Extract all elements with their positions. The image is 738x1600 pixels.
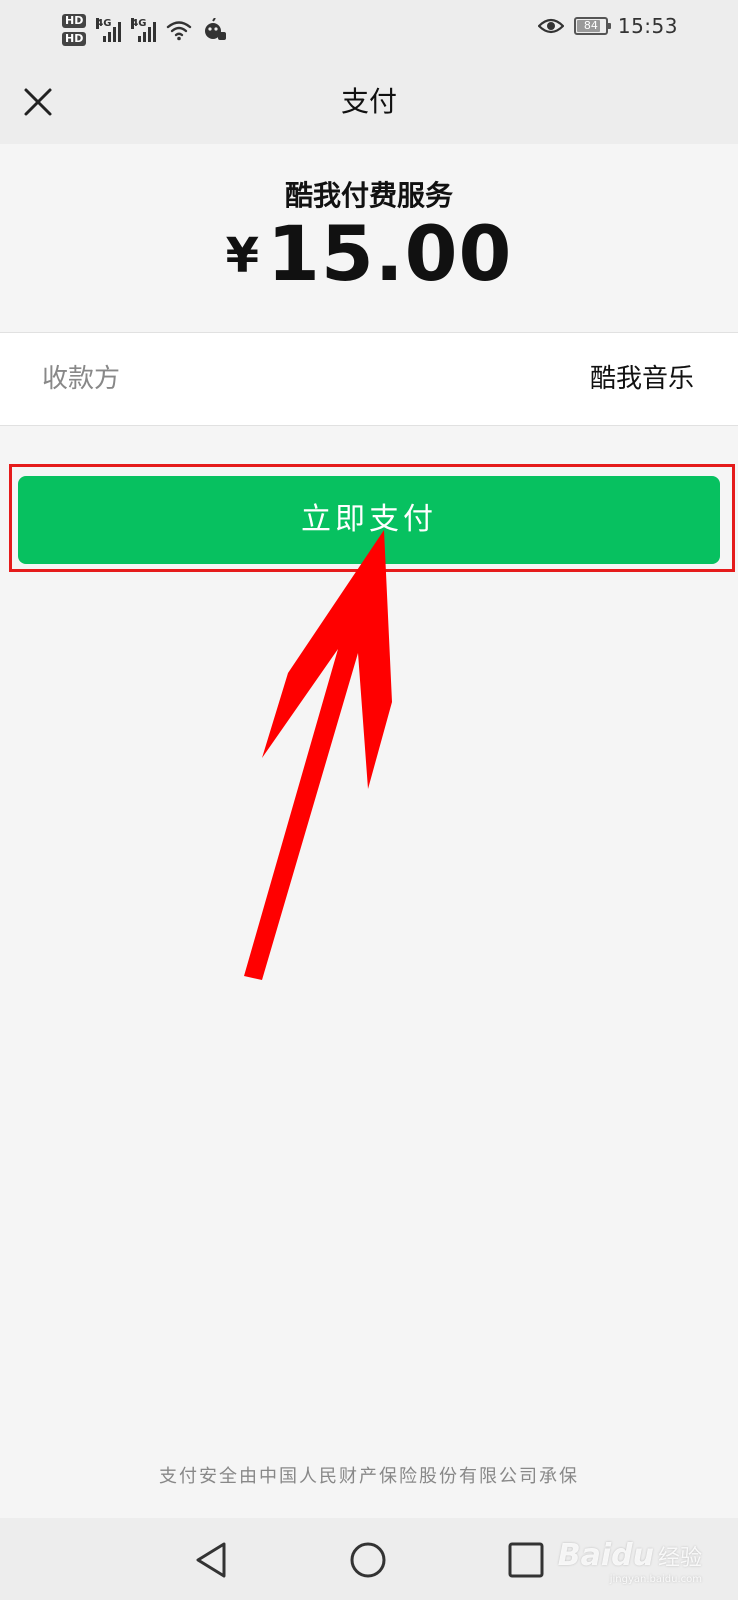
battery-icon: 84 bbox=[573, 17, 611, 35]
amount-value: 15.00 bbox=[267, 209, 513, 298]
recents-icon[interactable] bbox=[502, 1536, 550, 1584]
status-bar: HD HD 4G 4G 84 15:53 bbox=[0, 0, 738, 62]
status-bar-left: HD HD 4G 4G bbox=[62, 10, 228, 50]
signal-label: 4G bbox=[131, 18, 147, 29]
payee-value: 酷我音乐 bbox=[589, 364, 694, 394]
home-icon[interactable] bbox=[344, 1536, 392, 1584]
signal-icon: 4G bbox=[131, 18, 157, 42]
watermark: Baidu 经验 bbox=[558, 1538, 702, 1573]
hd-indicators: HD HD bbox=[62, 14, 87, 46]
status-bar-right: 84 15:53 bbox=[537, 14, 678, 38]
eye-icon bbox=[537, 18, 564, 34]
currency-symbol: ¥ bbox=[225, 228, 259, 284]
watermark-logo: Baidu bbox=[557, 1538, 654, 1573]
watermark-text: 经验 bbox=[657, 1546, 702, 1571]
payee-row: 收款方 酷我音乐 bbox=[0, 332, 738, 426]
notification-icon bbox=[205, 18, 227, 40]
payee-label: 收款方 bbox=[42, 364, 121, 394]
back-icon[interactable] bbox=[188, 1536, 236, 1584]
product-name: 酷我付费服务 bbox=[284, 179, 453, 212]
wifi-icon bbox=[167, 21, 192, 41]
insurance-note: 支付安全由中国人民财产保险股份有限公司承保 bbox=[159, 1466, 579, 1487]
battery-level: 84 bbox=[583, 19, 598, 32]
highlight-box bbox=[9, 464, 735, 572]
nav-bar: 支付 bbox=[0, 62, 738, 144]
amount-section: 酷我付费服务 ¥15.00 bbox=[0, 144, 738, 324]
watermark-url: jingyan.baidu.com bbox=[609, 1574, 702, 1585]
page-title: 支付 bbox=[340, 85, 397, 118]
hd-icon: HD bbox=[62, 14, 87, 28]
signal-icon: 4G bbox=[96, 18, 122, 42]
system-nav-bar: Baidu 经验 jingyan.baidu.com bbox=[0, 1518, 738, 1600]
amount: ¥15.00 bbox=[0, 210, 738, 319]
clock: 15:53 bbox=[617, 14, 678, 38]
signal-label: 4G bbox=[96, 18, 112, 29]
hd-icon: HD bbox=[62, 32, 87, 46]
